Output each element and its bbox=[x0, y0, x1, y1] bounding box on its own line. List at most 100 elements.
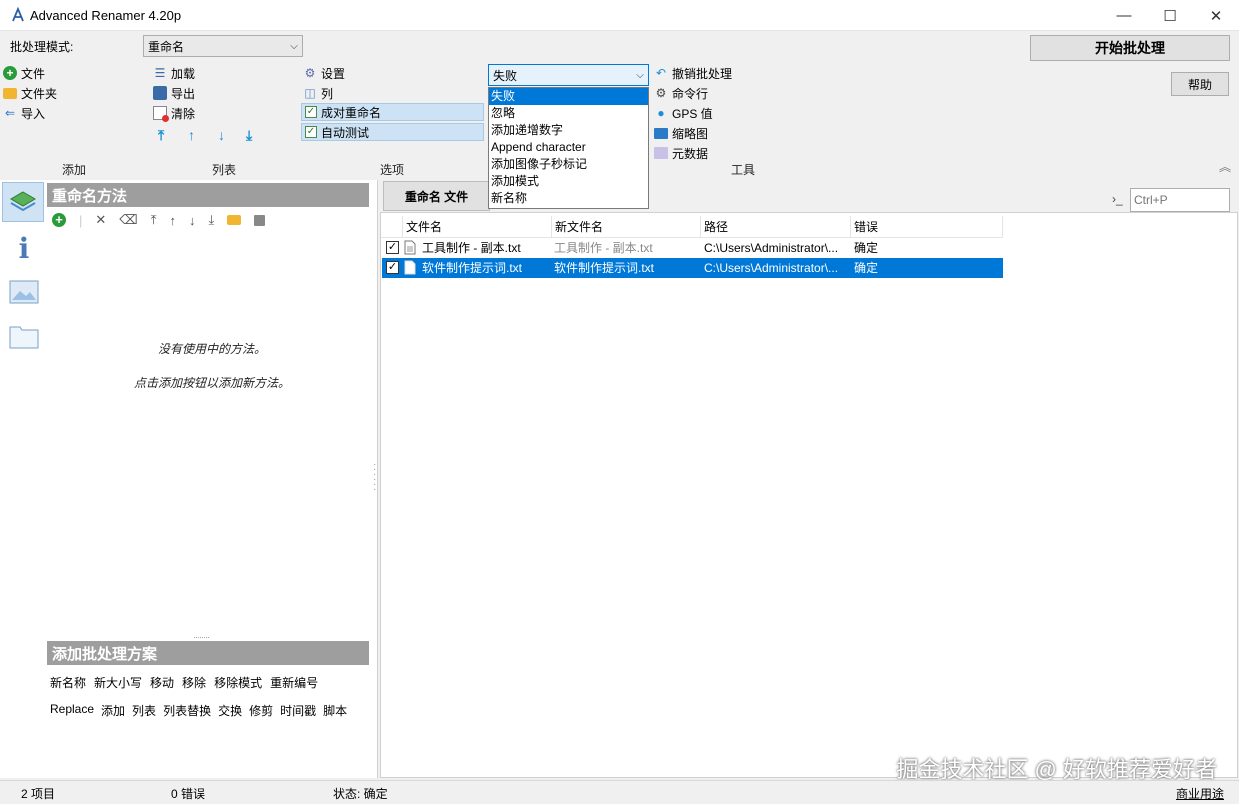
settings-label: 设置 bbox=[321, 66, 346, 81]
app-logo-icon bbox=[12, 7, 24, 22]
thumbnail-button[interactable]: 缩略图 bbox=[654, 124, 708, 142]
preset-link[interactable]: 交换 bbox=[218, 702, 242, 719]
error-action-dropdown-list: 失败 忽略 添加递增数字 Append character 添加图像子秒标记 添… bbox=[488, 87, 649, 209]
row-new-filename: 软件制作提示词.txt bbox=[554, 261, 655, 275]
batch-mode-value: 重命名 bbox=[148, 39, 185, 54]
preset-link[interactable]: 列表 bbox=[132, 702, 156, 719]
preset-link[interactable]: 脚本 bbox=[323, 702, 347, 719]
window-title: Advanced Renamer 4.20p bbox=[30, 8, 182, 23]
preset-link[interactable]: 时间戳 bbox=[280, 702, 316, 719]
start-batch-button[interactable]: 开始批处理 bbox=[1030, 35, 1230, 61]
erase-icon[interactable]: ⌫ bbox=[119, 212, 137, 228]
command-search-input[interactable] bbox=[1130, 188, 1230, 212]
maximize-button[interactable]: ☐ bbox=[1147, 0, 1193, 31]
collapse-ribbon-icon[interactable]: ︽ bbox=[1219, 158, 1231, 175]
preset-link[interactable]: 修剪 bbox=[249, 702, 273, 719]
image-preview-icon[interactable] bbox=[6, 274, 42, 310]
export-list-button[interactable]: 导出 bbox=[153, 84, 195, 102]
preset-link[interactable]: 移除模式 bbox=[214, 674, 262, 691]
status-bar: 2 项目 0 错误 状态: 确定 商业用途 bbox=[0, 780, 1239, 804]
table-row[interactable]: ✓ 软件制作提示词.txt 软件制作提示词.txt C:\Users\Admin… bbox=[382, 258, 1003, 278]
move-top-icon[interactable]: ⤒ bbox=[151, 212, 157, 228]
add-group-label: 添加 bbox=[62, 163, 87, 177]
command-line-button[interactable]: ⚙ 命令行 bbox=[654, 84, 708, 102]
move-down-button[interactable]: ↓ bbox=[218, 127, 225, 143]
load-list-button[interactable]: ☰ 加载 bbox=[153, 64, 195, 82]
move-top-button[interactable]: ⤒ bbox=[158, 127, 164, 144]
undo-batch-button[interactable]: ↶ 撤销批处理 bbox=[654, 64, 732, 82]
export-label: 导出 bbox=[171, 86, 196, 101]
gps-label: GPS 值 bbox=[672, 106, 713, 121]
options-group-label: 选项 bbox=[380, 163, 405, 177]
preset-link[interactable]: 列表替换 bbox=[163, 702, 211, 719]
auto-test-toggle[interactable]: ✓ 自动测试 bbox=[301, 123, 484, 141]
table-row[interactable]: ✓ 工具制作 - 副本.txt 工具制作 - 副本.txt C:\Users\A… bbox=[382, 238, 1003, 258]
dropdown-option[interactable]: 忽略 bbox=[489, 105, 648, 122]
clear-list-button[interactable]: 清除 bbox=[153, 104, 195, 122]
move-down-icon[interactable]: ↓ bbox=[189, 213, 196, 228]
open-folder-icon[interactable] bbox=[227, 215, 242, 225]
delete-method-icon[interactable]: ✕ bbox=[95, 212, 106, 228]
info-icon[interactable]: i bbox=[6, 230, 42, 266]
dropdown-option[interactable]: 失败 bbox=[489, 88, 648, 105]
vertical-splitter-grip[interactable]: · · · · · · bbox=[373, 460, 377, 495]
list-icon: ☰ bbox=[154, 66, 166, 80]
preset-link[interactable]: 移动 bbox=[150, 674, 174, 691]
save-icon bbox=[153, 86, 167, 100]
preset-link[interactable]: Replace bbox=[50, 702, 94, 719]
methods-toolbar: + | ✕ ⌫ ⤒ ↑ ↓ ⤓ bbox=[52, 212, 266, 228]
dropdown-option[interactable]: Append character bbox=[489, 139, 648, 156]
dropdown-option[interactable]: 添加递增数字 bbox=[489, 122, 648, 139]
preset-link[interactable]: 移除 bbox=[182, 674, 206, 691]
dropdown-option[interactable]: 添加模式 bbox=[489, 173, 648, 190]
column-path[interactable]: 路径 bbox=[701, 216, 851, 238]
preset-link[interactable]: 添加 bbox=[101, 702, 125, 719]
column-error[interactable]: 错误 bbox=[851, 216, 1003, 238]
chevron-down-icon: ⌵ bbox=[636, 69, 644, 81]
gear-icon: ⚙ bbox=[655, 86, 667, 100]
gps-button[interactable]: ● GPS 值 bbox=[654, 104, 713, 122]
move-up-button[interactable]: ↑ bbox=[188, 127, 195, 143]
image-icon bbox=[654, 127, 668, 139]
move-up-icon[interactable]: ↑ bbox=[169, 213, 176, 228]
presets-header: 添加批处理方案 bbox=[47, 641, 369, 665]
add-folder-button[interactable]: 文件夹 bbox=[3, 84, 57, 102]
columns-button[interactable]: ◫ 列 bbox=[303, 84, 333, 102]
row-checkbox[interactable]: ✓ bbox=[386, 261, 399, 274]
error-action-select[interactable]: 失败 ⌵ bbox=[488, 64, 649, 86]
header-check-column[interactable] bbox=[381, 216, 403, 238]
columns-label: 列 bbox=[321, 86, 334, 101]
close-button[interactable]: ✕ bbox=[1193, 0, 1239, 31]
column-filename[interactable]: 文件名 bbox=[403, 216, 552, 238]
dropdown-option[interactable]: 添加图像子秒标记 bbox=[489, 156, 648, 173]
clear-document-icon bbox=[153, 106, 169, 122]
preset-link[interactable]: 新大小写 bbox=[94, 674, 142, 691]
preset-link[interactable]: 重新编号 bbox=[270, 674, 318, 691]
save-disk-icon[interactable] bbox=[254, 214, 266, 226]
add-file-label: 文件 bbox=[21, 66, 46, 81]
column-new-filename[interactable]: 新文件名 bbox=[552, 216, 701, 238]
tab-rename-files[interactable]: 重命名 文件 bbox=[383, 181, 490, 211]
layers-icon[interactable] bbox=[2, 182, 44, 222]
move-bottom-icon[interactable]: ⤓ bbox=[208, 212, 214, 228]
plus-circle-icon: + bbox=[3, 66, 17, 80]
move-bottom-button[interactable]: ⤓ bbox=[246, 127, 252, 144]
add-file-button[interactable]: + 文件 bbox=[3, 64, 45, 82]
minimize-button[interactable]: — bbox=[1101, 0, 1147, 31]
empty-methods-text-1: 没有使用中的方法。 bbox=[157, 342, 266, 356]
auto-test-label: 自动测试 bbox=[321, 125, 370, 140]
dropdown-option[interactable]: 新名称 bbox=[489, 190, 648, 207]
batch-mode-select[interactable]: 重命名 ⌵ bbox=[143, 35, 303, 57]
license-link[interactable]: 商业用途 bbox=[1176, 785, 1224, 802]
import-button[interactable]: ⇐ 导入 bbox=[3, 104, 45, 122]
preset-link[interactable]: 新名称 bbox=[50, 674, 86, 691]
settings-button[interactable]: ⚙ 设置 bbox=[303, 64, 345, 82]
add-method-icon[interactable]: + bbox=[52, 213, 66, 227]
clear-label: 清除 bbox=[171, 106, 196, 121]
help-button[interactable]: 帮助 bbox=[1171, 72, 1229, 96]
presets-row-2: Replace 添加 列表 列表替换 交换 修剪 时间戳 脚本 bbox=[50, 702, 347, 719]
row-checkbox[interactable]: ✓ bbox=[386, 241, 399, 254]
pair-rename-toggle[interactable]: ✓ 成对重命名 bbox=[301, 103, 484, 121]
folder-outline-icon[interactable] bbox=[6, 318, 42, 354]
metadata-button[interactable]: 元数据 bbox=[654, 144, 708, 162]
